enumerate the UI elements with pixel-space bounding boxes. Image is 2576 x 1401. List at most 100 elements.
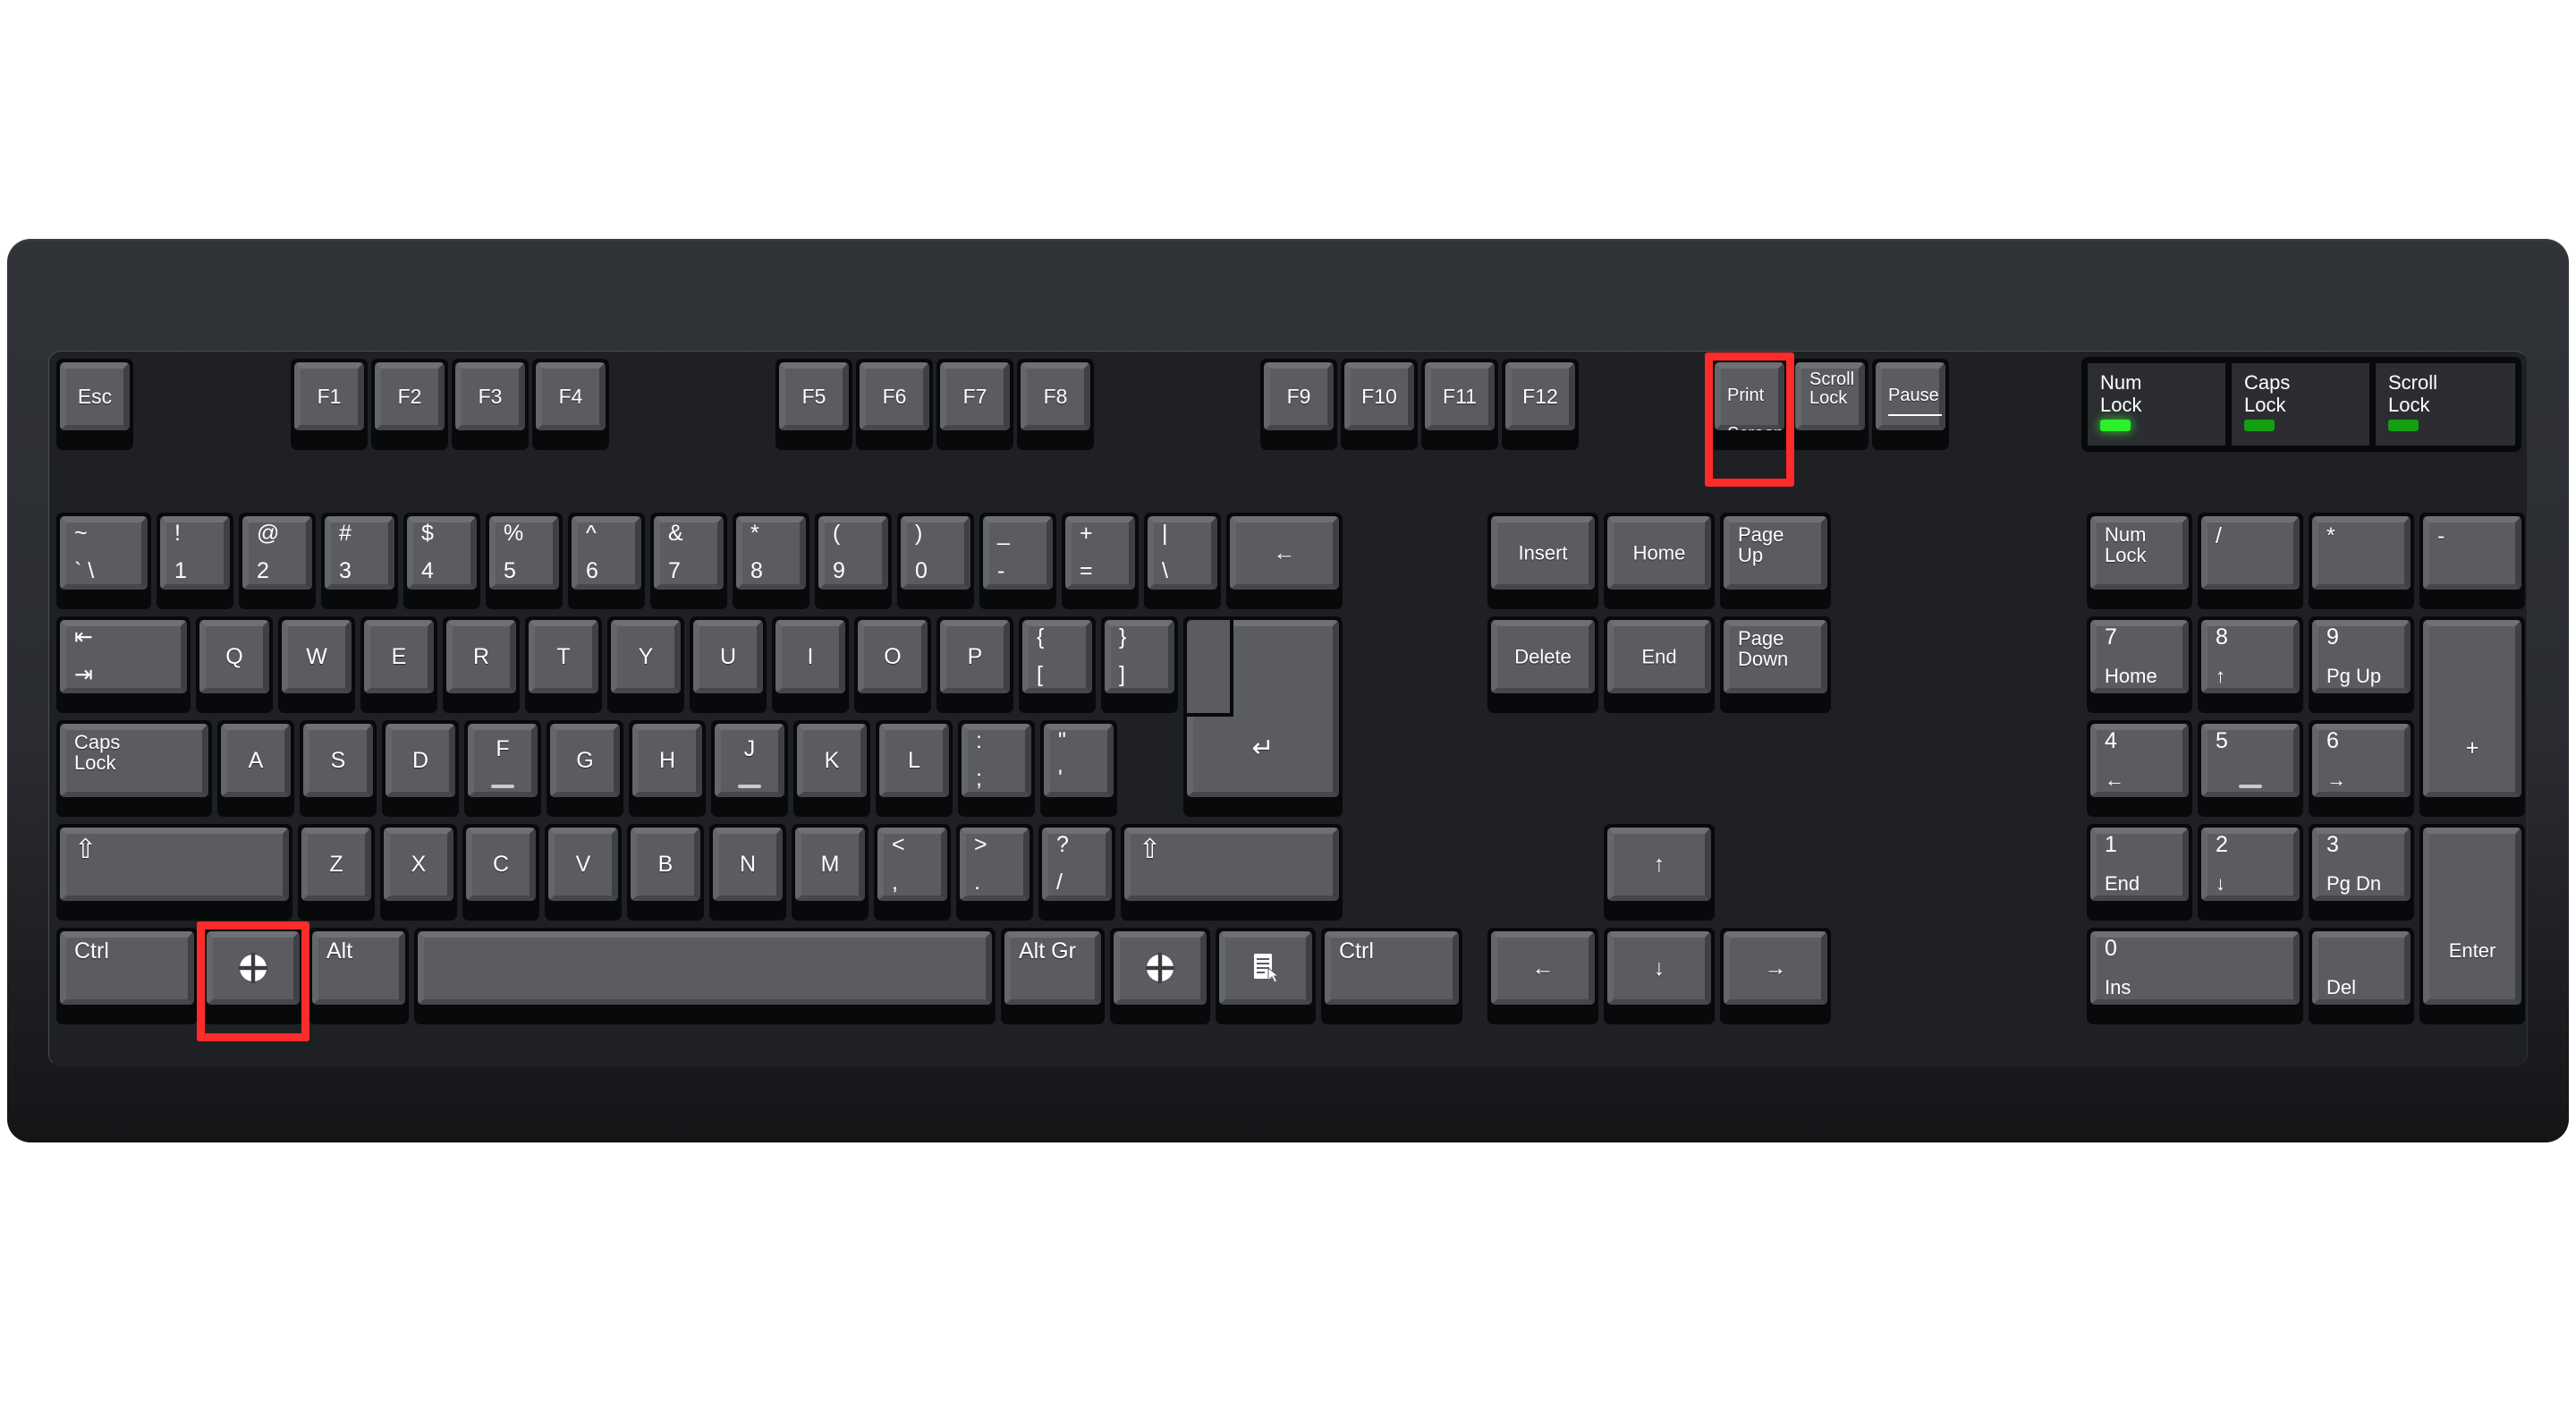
key-9[interactable]: (9 [815, 513, 892, 609]
key-backtick[interactable]: ~ ` \ [56, 513, 151, 609]
key-y[interactable]: Y [607, 616, 684, 713]
key-g[interactable]: G [547, 720, 623, 817]
key-f12[interactable]: F12 [1502, 359, 1579, 450]
key-8[interactable]: * 8 [733, 513, 809, 609]
key-shift-left[interactable]: ⇧ [56, 824, 292, 921]
key-j[interactable]: J [711, 720, 788, 817]
key-m[interactable]: M [792, 824, 869, 921]
key-arrow-down[interactable]: ↓ [1604, 928, 1715, 1024]
key-pause-break[interactable]: Pause Break [1872, 359, 1949, 450]
key-home[interactable]: Home [1604, 513, 1715, 609]
key-ctrl-left[interactable]: Ctrl [56, 928, 198, 1024]
key-quote[interactable]: " ' [1040, 720, 1117, 817]
key-numpad-decimal[interactable]: Del [2309, 928, 2414, 1024]
key-numpad-2[interactable]: 2 ↓ [2198, 824, 2303, 921]
key-n[interactable]: N [709, 824, 786, 921]
key-f4[interactable]: F4 [532, 359, 609, 450]
key-arrow-right[interactable]: → [1720, 928, 1831, 1024]
key-o[interactable]: O [854, 616, 931, 713]
key-f3[interactable]: F3 [452, 359, 529, 450]
key-semicolon[interactable]: :; [958, 720, 1035, 817]
key-f8[interactable]: F8 [1017, 359, 1094, 450]
key-minus[interactable]: _ - [979, 513, 1056, 609]
key-f9[interactable]: F9 [1260, 359, 1337, 450]
key-x[interactable]: X [380, 824, 457, 921]
key-numpad-add[interactable]: + [2419, 616, 2525, 817]
key-esc[interactable]: Esc [56, 359, 133, 450]
key-2[interactable]: @2 [239, 513, 316, 609]
key-backspace[interactable]: ← [1226, 513, 1343, 609]
key-alt-gr[interactable]: Alt Gr [1001, 928, 1105, 1024]
key-l[interactable]: L [876, 720, 953, 817]
key-p[interactable]: P [936, 616, 1013, 713]
key-i[interactable]: I [772, 616, 849, 713]
key-f10[interactable]: F10 [1341, 359, 1418, 450]
key-h[interactable]: H [629, 720, 706, 817]
key-shift-right[interactable]: ⇧ [1121, 824, 1343, 921]
key-w[interactable]: W [278, 616, 355, 713]
key-d[interactable]: D [382, 720, 459, 817]
key-q[interactable]: Q [196, 616, 273, 713]
key-c[interactable]: C [462, 824, 539, 921]
key-menu[interactable] [1216, 928, 1316, 1024]
key-f6[interactable]: F6 [856, 359, 933, 450]
key-arrow-left[interactable]: ← [1487, 928, 1598, 1024]
key-insert[interactable]: Insert [1487, 513, 1598, 609]
key-numpad-9[interactable]: 9 Pg Up [2309, 616, 2414, 713]
key-numpad-num-lock[interactable]: Num Lock [2087, 513, 2192, 609]
key-bracket-right[interactable]: }] [1101, 616, 1178, 713]
key-page-up[interactable]: Page Up [1720, 513, 1831, 609]
key-b[interactable]: B [627, 824, 704, 921]
key-windows-left[interactable] [203, 928, 303, 1024]
key-e[interactable]: E [360, 616, 437, 713]
key-1[interactable]: ! 1 [157, 513, 233, 609]
key-delete[interactable]: Delete [1487, 616, 1598, 713]
key-numpad-multiply[interactable]: * [2309, 513, 2414, 609]
key-equals[interactable]: + = [1062, 513, 1139, 609]
key-period[interactable]: >. [956, 824, 1033, 921]
key-windows-right[interactable] [1110, 928, 1210, 1024]
key-f11[interactable]: F11 [1421, 359, 1498, 450]
key-numpad-8[interactable]: 8 ↑ [2198, 616, 2303, 713]
key-f[interactable]: F [464, 720, 541, 817]
key-numpad-3[interactable]: 3 Pg Dn [2309, 824, 2414, 921]
key-end[interactable]: End [1604, 616, 1715, 713]
key-a[interactable]: A [217, 720, 294, 817]
key-3[interactable]: #3 [321, 513, 398, 609]
key-r[interactable]: R [443, 616, 520, 713]
key-0[interactable]: ) 0 [897, 513, 974, 609]
key-numpad-enter[interactable]: Enter [2419, 824, 2525, 1024]
key-numpad-5[interactable]: 5 [2198, 720, 2303, 817]
key-slash[interactable]: ? / [1038, 824, 1115, 921]
key-tab[interactable]: ⇤ ⇥ [56, 616, 191, 713]
key-ctrl-right[interactable]: Ctrl [1321, 928, 1462, 1024]
key-bracket-left[interactable]: {[ [1019, 616, 1096, 713]
key-numpad-0[interactable]: 0 Ins [2087, 928, 2303, 1024]
key-comma[interactable]: <, [874, 824, 951, 921]
key-f5[interactable]: F5 [775, 359, 852, 450]
key-numpad-4[interactable]: 4 ← [2087, 720, 2192, 817]
key-f7[interactable]: F7 [936, 359, 1013, 450]
key-v[interactable]: V [545, 824, 622, 921]
key-t[interactable]: T [525, 616, 602, 713]
key-alt-left[interactable]: Alt [309, 928, 409, 1024]
key-s[interactable]: S [300, 720, 377, 817]
key-print-screen[interactable]: Print Screen Sys Rq [1711, 359, 1788, 450]
key-f2[interactable]: F2 [371, 359, 448, 450]
key-caps-lock[interactable]: Caps Lock [56, 720, 212, 817]
key-numpad-6[interactable]: 6 → [2309, 720, 2414, 817]
key-7[interactable]: & 7 [650, 513, 727, 609]
key-numpad-subtract[interactable]: - [2419, 513, 2525, 609]
key-scroll-lock[interactable]: Scroll Lock [1792, 359, 1868, 450]
key-arrow-up[interactable]: ↑ [1604, 824, 1715, 921]
key-space[interactable] [414, 928, 996, 1024]
key-page-down[interactable]: Page Down [1720, 616, 1831, 713]
key-4[interactable]: $4 [403, 513, 480, 609]
key-numpad-divide[interactable]: / [2198, 513, 2303, 609]
key-z[interactable]: Z [298, 824, 375, 921]
key-numpad-1[interactable]: 1 End [2087, 824, 2192, 921]
key-5[interactable]: % 5 [486, 513, 563, 609]
key-u[interactable]: U [690, 616, 767, 713]
key-backslash[interactable]: | \ [1144, 513, 1221, 609]
key-numpad-7[interactable]: 7 Home [2087, 616, 2192, 713]
